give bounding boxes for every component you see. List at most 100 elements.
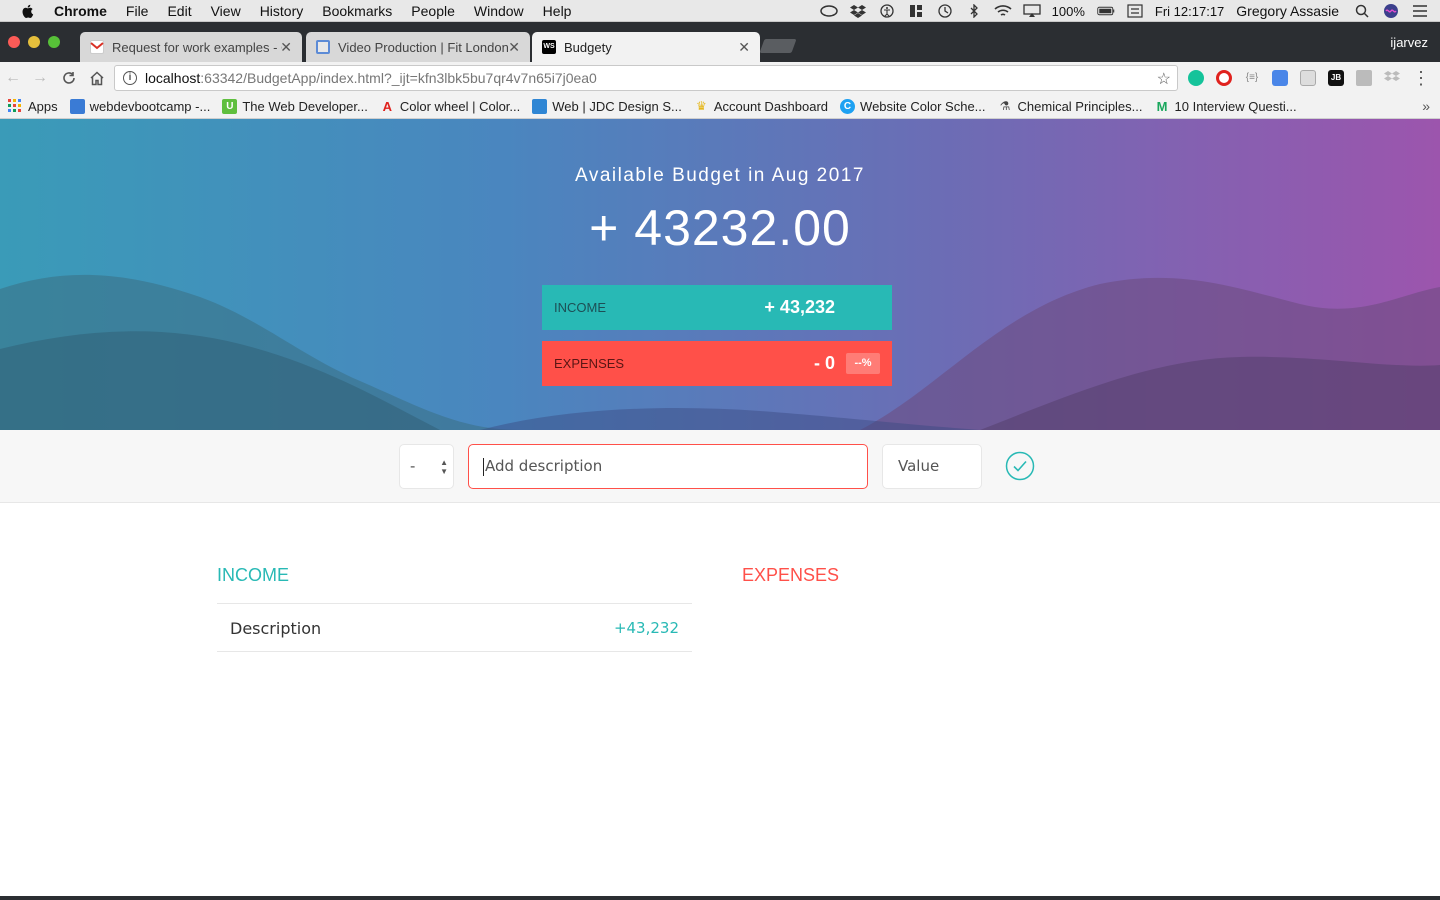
menu-bookmarks[interactable]: Bookmarks [322,3,392,19]
input-source-icon[interactable] [1126,4,1144,18]
browser-menu-icon[interactable]: ⋮ [1410,67,1432,89]
menu-view[interactable]: View [211,3,241,19]
add-checkmark-icon[interactable] [1005,451,1035,481]
current-user[interactable]: Gregory Assasie [1236,3,1339,19]
close-tab-icon[interactable]: ✕ [508,39,520,56]
time-machine-icon[interactable] [936,4,954,18]
forward-icon[interactable]: → [29,67,51,89]
tab-budgety[interactable]: WS Budgety ✕ [532,32,760,62]
window-manager-icon[interactable] [907,4,925,18]
tab-gmail[interactable]: Request for work examples - G ✕ [80,32,302,62]
income-summary-label: INCOME [554,300,606,315]
battery-icon[interactable] [1097,4,1115,18]
grammarly-icon[interactable] [1188,70,1204,86]
site-info-icon[interactable]: i [123,71,137,85]
close-window-button[interactable] [8,36,20,48]
status-area: 100% Fri 12:17:17 Gregory Assasie [819,0,1440,22]
apps-grid-icon [8,98,23,114]
translate-icon[interactable] [1272,70,1288,86]
add-item-bar: - ▲ ▼ Add description Value [0,430,1440,503]
extension-grid-icon[interactable] [1300,70,1316,86]
bookmark-account-dashboard[interactable]: ♛ Account Dashboard [694,99,828,114]
bookmark-apps[interactable]: Apps [8,98,58,114]
expenses-summary: EXPENSES - 0 --% [542,341,892,386]
bluetooth-icon[interactable] [965,4,983,18]
bookmark-interview-questions[interactable]: M 10 Interview Questi... [1155,99,1297,114]
bookmark-label: webdevbootcamp -... [89,98,211,114]
new-tab-button[interactable] [759,39,797,53]
spotlight-search-icon[interactable] [1353,4,1371,18]
close-tab-icon[interactable]: ✕ [738,39,750,56]
income-list: Description +43,232 [217,603,692,652]
opera-icon[interactable] [1216,70,1232,86]
bookmark-web-developer[interactable]: U The Web Developer... [222,98,368,114]
gmail-icon [90,40,104,54]
bookmark-label: The Web Developer... [242,98,368,114]
url-host: localhost [145,70,201,86]
menu-help[interactable]: Help [543,3,572,19]
browser-toolbar: ← → i localhost:63342/BudgetApp/index.ht… [0,62,1440,94]
menu-app-name[interactable]: Chrome [54,3,107,19]
menu-window[interactable]: Window [474,3,524,19]
close-tab-icon[interactable]: ✕ [280,39,292,56]
bookmark-chemical-principles[interactable]: ⚗ Chemical Principles... [998,99,1143,114]
bookmark-jdc-design[interactable]: Web | JDC Design S... [532,98,682,114]
profile-name[interactable]: ijarvez [1390,35,1428,50]
jetbrains-icon[interactable]: JB [1328,70,1344,86]
dropbox-extension-icon[interactable] [1384,70,1400,86]
type-select[interactable]: - ▲ ▼ [399,444,454,489]
webstorm-icon: WS [542,40,556,54]
creative-cloud-icon[interactable] [819,4,838,18]
bookmark-label: Apps [28,98,58,114]
json-formatter-icon[interactable]: {≡} [1244,70,1260,86]
clock[interactable]: Fri 12:17:17 [1155,4,1224,19]
crown-icon: ♛ [695,98,707,113]
menu-file[interactable]: File [126,3,149,19]
budget-value: + 43232.00 [589,200,851,256]
accessibility-icon[interactable] [878,4,896,18]
reload-icon[interactable] [58,67,80,89]
menu-people[interactable]: People [411,3,455,19]
tab-label: Video Production | Fit London [338,39,508,55]
more-bookmarks-icon[interactable]: » [1422,98,1430,114]
wifi-icon[interactable] [994,4,1012,18]
canva-icon: C [840,98,856,114]
home-icon[interactable] [86,67,108,89]
bookmark-favicon-icon [69,98,85,114]
menu-edit[interactable]: Edit [167,3,191,19]
airplay-icon[interactable] [1023,4,1041,18]
bookmark-color-wheel[interactable]: A Color wheel | Color... [380,98,521,114]
notification-center-icon[interactable] [1411,4,1429,18]
item-description: Description [230,619,322,638]
expenses-list-title: EXPENSES [742,565,840,585]
siri-icon[interactable] [1382,4,1400,18]
list-item[interactable]: Description +43,232 [217,603,692,652]
income-summary-value: + 43,232 [764,297,835,317]
description-input[interactable]: Add description [468,444,868,489]
back-icon[interactable]: ← [2,67,24,89]
bookmark-webdevbootcamp[interactable]: webdevbootcamp -... [69,98,211,114]
bookmark-label: Color wheel | Color... [399,98,521,114]
window-bottom-edge [0,896,1440,900]
bookmark-label: Chemical Principles... [1017,98,1143,114]
menu-history[interactable]: History [260,3,304,19]
value-input[interactable]: Value [882,444,982,489]
bookmark-label: Account Dashboard [713,98,829,114]
bookmark-label: 10 Interview Questi... [1174,98,1297,114]
expenses-summary-value: - 0 [813,353,835,373]
minimize-window-button[interactable] [28,36,40,48]
bookmark-label: Web | JDC Design S... [552,98,682,114]
expenses-percentage-badge: --% [846,353,880,374]
os-menubar: Chrome File Edit View History Bookmarks … [0,0,1440,22]
udemy-icon: U [222,98,238,114]
maximize-window-button[interactable] [48,36,60,48]
address-bar[interactable]: i localhost:63342/BudgetApp/index.html?_… [114,65,1178,91]
dropbox-icon[interactable] [849,4,867,18]
extension-people-icon[interactable] [1356,70,1372,86]
item-value: +43,232 [613,619,679,637]
apple-icon[interactable] [20,3,36,19]
bookmark-website-color-schemes[interactable]: C Website Color Sche... [840,98,986,114]
income-list-title: INCOME [217,565,289,585]
bookmark-star-icon[interactable]: ☆ [1157,69,1171,89]
tab-video-production[interactable]: Video Production | Fit London ✕ [306,32,530,62]
